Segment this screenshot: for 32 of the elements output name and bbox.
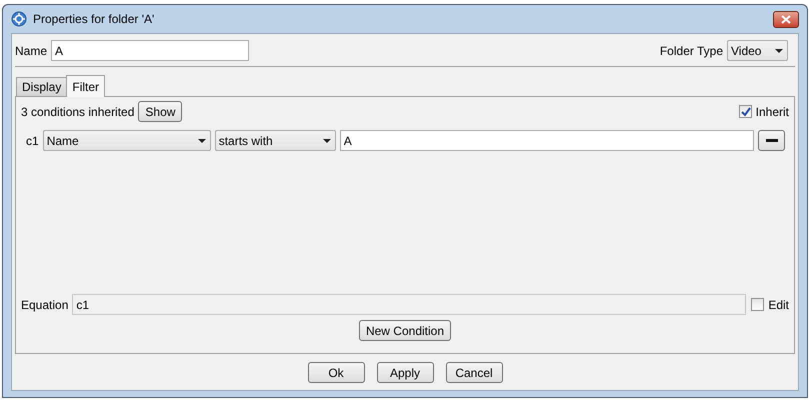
- caret-icon: [322, 138, 331, 142]
- window-title: Properties for folder 'A': [33, 12, 154, 26]
- checkbox-label: Edit: [768, 298, 789, 312]
- operator-dropdown[interactable]: starts with: [214, 130, 336, 151]
- dialog-button[interactable]: Cancel: [446, 362, 502, 383]
- inherit-checkbox[interactable]: [738, 105, 752, 118]
- app-icon: [11, 11, 27, 27]
- equation-field[interactable]: c1: [72, 294, 746, 315]
- checkmark-icon: [740, 107, 751, 117]
- condition-label: c1: [26, 134, 39, 148]
- dialog-button[interactable]: Apply: [376, 362, 434, 383]
- tab[interactable]: Filter: [66, 75, 106, 97]
- close-button[interactable]: [773, 10, 799, 28]
- edit-checkbox[interactable]: [751, 298, 764, 311]
- show-button[interactable]: Show: [138, 101, 182, 122]
- caret-icon: [775, 48, 783, 52]
- name-field[interactable]: A: [51, 40, 250, 61]
- remove-button[interactable]: [758, 130, 785, 151]
- field-dropdown[interactable]: Name: [42, 130, 211, 151]
- folder-type-dropdown[interactable]: Video: [727, 40, 788, 61]
- new-condition-button[interactable]: New Condition: [358, 320, 452, 341]
- dialog-button[interactable]: Ok: [308, 362, 364, 383]
- field-label: Equation: [21, 298, 68, 312]
- minus-icon: [766, 139, 778, 142]
- field-label: Folder Type: [660, 44, 723, 58]
- tab[interactable]: Display: [16, 77, 68, 96]
- inherited-count-text: 3 conditions inherited: [21, 104, 134, 118]
- caret-icon: [198, 138, 206, 142]
- checkbox-label: Inherit: [756, 104, 789, 118]
- close-icon: [781, 14, 791, 24]
- value-field[interactable]: A: [340, 130, 754, 151]
- field-label: Name: [15, 44, 48, 58]
